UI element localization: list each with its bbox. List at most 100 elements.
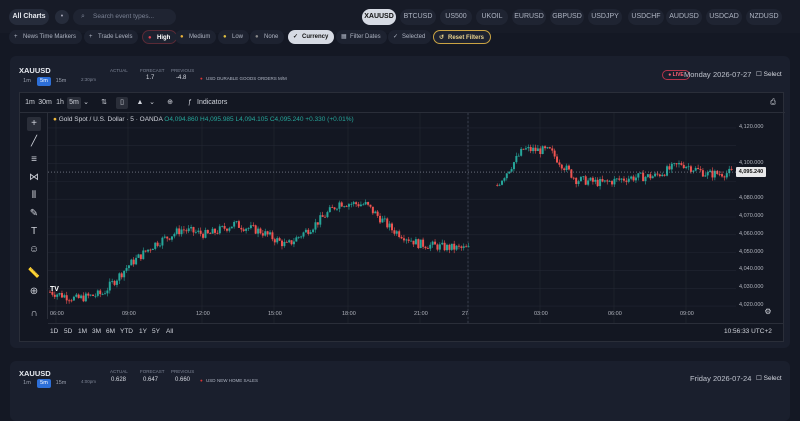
impact-none-filter[interactable]: ● None [250, 30, 285, 44]
add-indicator-icon[interactable]: ⊕ [164, 97, 176, 109]
settings-gear-icon[interactable]: ⚙ [761, 305, 775, 319]
compare-icon[interactable]: ⇅ [98, 97, 110, 109]
symbol-tab-xauusd[interactable]: XAUUSD [362, 9, 396, 25]
reset-filters-button[interactable]: ↺ Reset Filters [433, 30, 492, 44]
symbol-tab-usdcad[interactable]: USDCAD [706, 9, 742, 25]
ruler-icon[interactable]: 📏 [27, 267, 41, 281]
range-1m[interactable]: 1M [78, 328, 87, 335]
symbol-tab-nzdusd[interactable]: NZDUSD [746, 9, 782, 25]
impact-none-label: None [264, 34, 279, 40]
timeframe-1m[interactable]: 1m [20, 379, 34, 388]
grey-dot-icon: ● [255, 34, 259, 40]
timeframe-5m[interactable]: 5m [37, 379, 51, 388]
fib-icon[interactable]: ⫴ [27, 189, 41, 203]
candle-up [582, 176, 585, 178]
impact-medium-filter[interactable]: ● Medium [175, 30, 217, 44]
candle-down [225, 228, 228, 231]
trade-levels-toggle[interactable]: + Trade Levels [84, 30, 139, 44]
indicators-icon[interactable]: ƒ [184, 97, 196, 109]
candle-up [634, 177, 637, 181]
interval-5m[interactable]: 5m [67, 97, 81, 109]
currency-filter[interactable]: ✓ Currency [288, 30, 335, 44]
candles-icon[interactable]: ▯ [116, 97, 128, 109]
symbol-tab-gbpusd[interactable]: GBPUSD [550, 9, 584, 25]
horizontal-lines-icon[interactable]: ≡ [27, 153, 41, 167]
camera-icon[interactable]: ⎙ [766, 97, 780, 109]
range-5y[interactable]: 5Y [152, 328, 160, 335]
previous-value: 0.660 [175, 377, 191, 383]
brush-icon[interactable]: ✎ [27, 207, 41, 221]
candle-up [620, 178, 623, 180]
symbol-tab-ukoil[interactable]: UKOIL [476, 9, 508, 25]
candle-up [419, 239, 422, 249]
dot-menu-button[interactable]: • [55, 10, 69, 24]
indicators-button[interactable]: Indicators [197, 97, 231, 109]
range-ytd[interactable]: YTD [120, 328, 133, 335]
candle-down [280, 240, 283, 247]
candle-down [376, 211, 379, 216]
time-tick-label: 03:00 [534, 311, 548, 317]
symbol-tab-usdjpy[interactable]: USDJPY [588, 9, 622, 25]
candle-up [615, 178, 618, 180]
candle-down [496, 184, 499, 186]
select-checkbox[interactable]: ☐ Select [756, 70, 782, 78]
interval-1h[interactable]: 1h [54, 97, 66, 109]
candle-down [240, 227, 243, 230]
timeframe-5m[interactable]: 5m [37, 77, 51, 86]
candle-up [677, 163, 680, 165]
timeframe-15m[interactable]: 15m [54, 77, 68, 86]
all-charts-button[interactable]: All Charts [9, 9, 49, 25]
price-chart[interactable]: 1m 30m 1h 5m ⌄ ⇅ ▯ ▲ ⌄ ⊕ ƒ Indicators ⎙ … [19, 92, 785, 342]
range-1y[interactable]: 1Y [139, 328, 147, 335]
zoom-icon[interactable]: ⊕ [27, 285, 41, 299]
timeframe-15m[interactable]: 15m [54, 379, 68, 388]
chevron-down-icon[interactable]: ⌄ [148, 97, 156, 109]
range-all[interactable]: All [166, 328, 173, 335]
pattern-icon[interactable]: ⋈ [27, 171, 41, 185]
search-input[interactable]: ⌕ Search event types... [73, 9, 176, 25]
selected-filter[interactable]: ✓ Selected [388, 30, 432, 44]
candle-up [269, 232, 272, 235]
search-icon: ⌕ [81, 13, 85, 20]
news-time-markers-toggle[interactable]: + News Time Markers [9, 30, 83, 44]
impact-high-filter[interactable]: ● High [142, 30, 178, 44]
candle-down [553, 150, 556, 157]
candle-down [534, 147, 537, 152]
candle-down [436, 244, 439, 250]
symbol-tab-usdchf[interactable]: USDCHF [628, 9, 664, 25]
utc-clock[interactable]: 10:56:33 UTC+2 [724, 328, 772, 335]
candle-down [209, 233, 212, 235]
range-5d[interactable]: 5D [64, 328, 72, 335]
interval-30m[interactable]: 30m [38, 97, 52, 109]
candle-up [106, 290, 109, 294]
candle-up [135, 257, 138, 265]
symbol-tab-audusd[interactable]: AUDUSD [666, 9, 702, 25]
candle-up [350, 203, 353, 205]
range-1d[interactable]: 1D [50, 328, 58, 335]
symbol-tab-btcusd[interactable]: BTCUSD [400, 9, 436, 25]
emoji-icon[interactable]: ☺ [27, 243, 41, 257]
symbol-tab-eurusd[interactable]: EURUSD [512, 9, 546, 25]
area-chart-icon[interactable]: ▲ [133, 97, 147, 109]
chart-plot-area[interactable] [48, 113, 784, 323]
symbol-tab-us500[interactable]: US500 [440, 9, 472, 25]
crosshair-icon[interactable]: + [27, 117, 41, 131]
trendline-icon[interactable]: ╱ [27, 135, 41, 149]
filter-dates-button[interactable]: ▦ Filter Dates [336, 30, 387, 44]
range-6m[interactable]: 6M [106, 328, 115, 335]
candle-up [630, 176, 633, 179]
candle-up [96, 290, 99, 296]
reset-filters-label: Reset Filters [448, 35, 485, 41]
impact-low-filter[interactable]: ● Low [218, 30, 250, 44]
interval-1m[interactable]: 1m [24, 97, 36, 109]
candle-down [424, 246, 427, 249]
magnet-icon[interactable]: ∩ [27, 307, 41, 321]
candle-down [457, 245, 460, 247]
timeframe-1m[interactable]: 1m [20, 77, 34, 86]
range-3m[interactable]: 3M [92, 328, 101, 335]
select-checkbox[interactable]: ☐ Select [756, 374, 782, 382]
range-toolbar: 1D 5D 1M 3M 6M YTD 1Y 5Y All 10:56:33 UT… [48, 323, 784, 341]
chevron-down-icon[interactable]: ⌄ [82, 97, 90, 109]
text-icon[interactable]: T [27, 225, 41, 239]
legend-close: 4,095.240 [274, 116, 304, 123]
